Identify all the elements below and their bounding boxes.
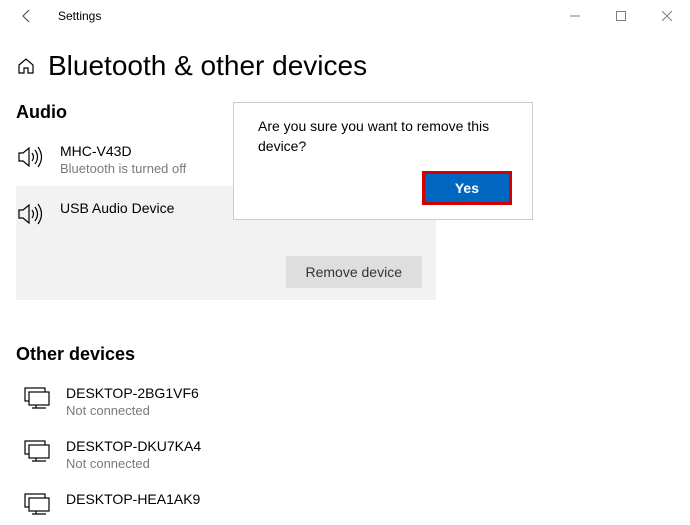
other-device-item[interactable]: DESKTOP-DKU7KA4 Not connected	[16, 428, 674, 481]
yes-button[interactable]: Yes	[422, 171, 512, 205]
device-name: MHC-V43D	[60, 143, 186, 159]
titlebar: Settings	[0, 0, 690, 32]
confirm-dialog: Are you sure you want to remove this dev…	[233, 102, 533, 220]
device-name: USB Audio Device	[60, 200, 174, 216]
dialog-text: Are you sure you want to remove this dev…	[258, 117, 512, 156]
device-status: Not connected	[66, 456, 201, 471]
page-header: Bluetooth & other devices	[0, 32, 690, 98]
monitor-icon	[22, 493, 52, 515]
device-info: DESKTOP-2BG1VF6 Not connected	[66, 385, 199, 418]
device-info: DESKTOP-HEA1AK9	[66, 491, 200, 507]
device-name: DESKTOP-DKU7KA4	[66, 438, 201, 454]
maximize-icon	[616, 11, 626, 21]
back-button[interactable]	[12, 1, 42, 31]
back-arrow-icon	[19, 8, 35, 24]
other-device-item[interactable]: DESKTOP-HEA1AK9	[16, 481, 674, 525]
home-icon[interactable]	[16, 56, 36, 76]
speaker-icon	[16, 145, 46, 169]
monitor-icon	[22, 387, 52, 409]
monitor-icon	[22, 440, 52, 462]
close-icon	[662, 11, 672, 21]
minimize-icon	[570, 11, 580, 21]
speaker-icon	[16, 202, 46, 226]
window-controls	[552, 0, 690, 32]
device-info: USB Audio Device	[60, 200, 174, 216]
device-name: DESKTOP-2BG1VF6	[66, 385, 199, 401]
device-status: Bluetooth is turned off	[60, 161, 186, 176]
minimize-button[interactable]	[552, 0, 598, 32]
device-info: DESKTOP-DKU7KA4 Not connected	[66, 438, 201, 471]
content: Audio MHC-V43D Bluetooth is turned off U…	[0, 102, 690, 525]
device-info: MHC-V43D Bluetooth is turned off	[60, 143, 186, 176]
other-devices-section: Other devices DESKTOP-2BG1VF6 Not connec…	[16, 344, 674, 525]
maximize-button[interactable]	[598, 0, 644, 32]
window-title: Settings	[58, 9, 101, 23]
page-title: Bluetooth & other devices	[48, 50, 367, 82]
device-name: DESKTOP-HEA1AK9	[66, 491, 200, 507]
other-devices-title: Other devices	[16, 344, 674, 365]
other-device-item[interactable]: DESKTOP-2BG1VF6 Not connected	[16, 375, 674, 428]
close-button[interactable]	[644, 0, 690, 32]
device-status: Not connected	[66, 403, 199, 418]
remove-device-button[interactable]: Remove device	[286, 256, 423, 288]
